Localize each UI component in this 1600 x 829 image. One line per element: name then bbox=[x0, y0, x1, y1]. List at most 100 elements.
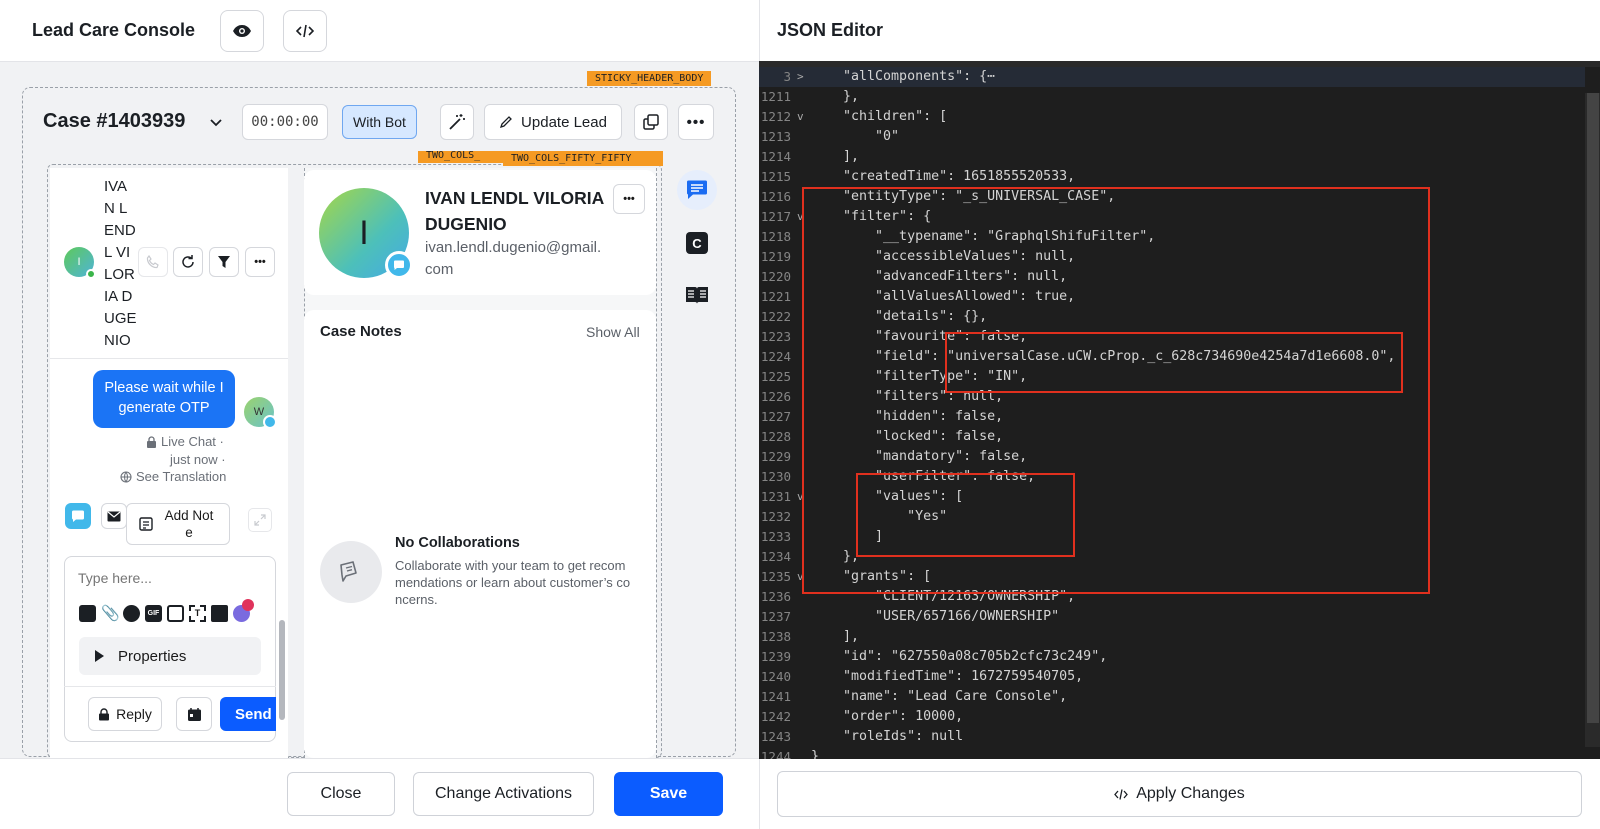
name-part: L VI bbox=[104, 244, 131, 261]
preview-button[interactable] bbox=[220, 10, 264, 52]
line-number: 1235 bbox=[760, 569, 791, 584]
online-status-dot bbox=[86, 269, 96, 279]
properties-toggle[interactable]: Properties bbox=[79, 637, 261, 675]
line-number: 1224 bbox=[760, 349, 791, 364]
chat-channel-badge bbox=[385, 251, 413, 279]
pencil-icon bbox=[500, 116, 512, 129]
schedule-button[interactable] bbox=[176, 697, 212, 731]
json-editor-title: JSON Editor bbox=[777, 20, 884, 40]
code-line[interactable]: 1213 "0" bbox=[759, 127, 1600, 147]
code-line[interactable]: 3 > "allComponents": {⋯ bbox=[759, 67, 1600, 87]
conversation-rail-button[interactable] bbox=[677, 170, 717, 210]
line-number: 1230 bbox=[760, 469, 791, 484]
code-line[interactable]: 1215 "createdTime": 1651855520533, bbox=[759, 167, 1600, 187]
update-lead-label: Update Lead bbox=[521, 113, 607, 131]
refresh-button[interactable] bbox=[173, 247, 203, 277]
line-number: 1238 bbox=[760, 629, 791, 644]
store-icon[interactable] bbox=[211, 604, 228, 622]
apply-changes-button[interactable]: Apply Changes bbox=[777, 771, 1582, 817]
add-note-button[interactable]: Add Note bbox=[126, 503, 230, 545]
code-line[interactable]: 1242 "order": 10000, bbox=[759, 707, 1600, 727]
code-text: "children": [ bbox=[811, 109, 948, 124]
phone-icon bbox=[146, 255, 159, 269]
code-text: "modifiedTime": 1672759540705, bbox=[811, 669, 1084, 684]
filter-button[interactable] bbox=[209, 247, 239, 277]
two-cols-tag-a: TWO_COLS_ bbox=[418, 151, 503, 163]
code-line[interactable]: 1238 ], bbox=[759, 627, 1600, 647]
line-number: 1239 bbox=[760, 649, 791, 664]
close-button[interactable]: Close bbox=[287, 772, 395, 816]
article-icon[interactable] bbox=[167, 604, 184, 622]
divider bbox=[50, 358, 288, 359]
composer-toolbar: 📎 GIF T bbox=[79, 598, 254, 622]
conversation-more-button[interactable]: ••• bbox=[245, 247, 275, 277]
two-cols-tag-b: TWO_COLS_FIFTY_FIFTY bbox=[503, 151, 663, 166]
chat-bubble-icon bbox=[71, 510, 84, 522]
call-button[interactable] bbox=[138, 247, 168, 277]
more-options-button[interactable]: ••• bbox=[678, 104, 714, 140]
chat-channel-toggle[interactable] bbox=[65, 503, 91, 529]
conversation-scrollbar[interactable] bbox=[279, 620, 285, 720]
message-input[interactable] bbox=[78, 567, 258, 589]
paperclip-icon[interactable]: 📎 bbox=[101, 604, 120, 622]
see-translation-link[interactable]: See Translation bbox=[120, 469, 226, 484]
emoji-icon[interactable] bbox=[123, 604, 140, 622]
line-number: 1215 bbox=[760, 169, 791, 184]
fold-expanded-icon[interactable]: v bbox=[797, 107, 804, 127]
send-button[interactable]: Send bbox=[220, 697, 276, 731]
c-app-rail-button[interactable]: C bbox=[686, 232, 708, 254]
globe-icon bbox=[120, 470, 132, 483]
magic-wand-button[interactable] bbox=[440, 104, 474, 140]
code-text: } bbox=[811, 749, 820, 759]
code-line[interactable]: 1244} bbox=[759, 747, 1600, 759]
code-line[interactable]: 1239 "id": "627550a08c705b2cfc73c249", bbox=[759, 647, 1600, 667]
name-part: N L bbox=[104, 200, 128, 217]
expand-composer-button[interactable] bbox=[248, 508, 272, 532]
collaboration-icon-circle bbox=[320, 541, 382, 603]
code-line[interactable]: 1211 }, bbox=[759, 87, 1600, 107]
more-icon: ••• bbox=[254, 256, 266, 268]
name-part: END bbox=[104, 222, 136, 239]
chat-lines-icon bbox=[686, 180, 707, 199]
code-line[interactable]: 1240 "modifiedTime": 1672759540705, bbox=[759, 667, 1600, 687]
line-number: 1236 bbox=[760, 589, 791, 604]
code-line[interactable]: 1241 "name": "Lead Care Console", bbox=[759, 687, 1600, 707]
with-bot-badge[interactable]: With Bot bbox=[342, 105, 417, 139]
template-icon[interactable] bbox=[79, 604, 96, 622]
line-number: 1226 bbox=[760, 389, 791, 404]
code-line[interactable]: 1237 "USER/657166/OWNERSHIP" bbox=[759, 607, 1600, 627]
fold-collapsed-icon[interactable]: > bbox=[797, 67, 804, 87]
profile-more-button[interactable]: ••• bbox=[613, 184, 645, 214]
reply-button[interactable]: Reply bbox=[88, 697, 162, 731]
code-line[interactable]: 1243 "roleIds": null bbox=[759, 727, 1600, 747]
code-view-button[interactable] bbox=[283, 10, 327, 52]
line-number: 1232 bbox=[760, 509, 791, 524]
editor-scrollbar[interactable] bbox=[1587, 93, 1599, 723]
save-button[interactable]: Save bbox=[614, 772, 723, 816]
refresh-icon bbox=[182, 255, 194, 268]
code-text: }, bbox=[811, 89, 860, 104]
properties-label: Properties bbox=[118, 647, 187, 665]
line-number: 1228 bbox=[760, 429, 791, 444]
code-line[interactable]: 1214 ], bbox=[759, 147, 1600, 167]
text-scan-icon[interactable]: T bbox=[189, 604, 206, 622]
values-highlight bbox=[856, 473, 1075, 557]
email-channel-toggle[interactable] bbox=[101, 503, 127, 529]
chat-message-bubble: Please wait while I generate OTP bbox=[93, 370, 235, 428]
knowledge-base-rail-button[interactable] bbox=[685, 285, 709, 305]
line-number: 1222 bbox=[760, 309, 791, 324]
change-activations-button[interactable]: Change Activations bbox=[413, 772, 594, 816]
message-channel: Live Chat · bbox=[146, 434, 224, 449]
code-line[interactable]: 1212 v "children": [ bbox=[759, 107, 1600, 127]
line-number: 1233 bbox=[760, 529, 791, 544]
ai-assist-icon[interactable] bbox=[233, 598, 254, 622]
divider bbox=[64, 686, 276, 687]
show-all-link[interactable]: Show All bbox=[586, 324, 640, 340]
popout-icon bbox=[643, 114, 659, 130]
avatar-letter: I bbox=[77, 256, 81, 268]
update-lead-button[interactable]: Update Lead bbox=[484, 104, 622, 140]
gif-icon[interactable]: GIF bbox=[145, 604, 162, 622]
chat-channel-icon bbox=[263, 415, 277, 429]
popout-button[interactable] bbox=[634, 104, 668, 140]
case-dropdown[interactable] bbox=[203, 110, 229, 136]
